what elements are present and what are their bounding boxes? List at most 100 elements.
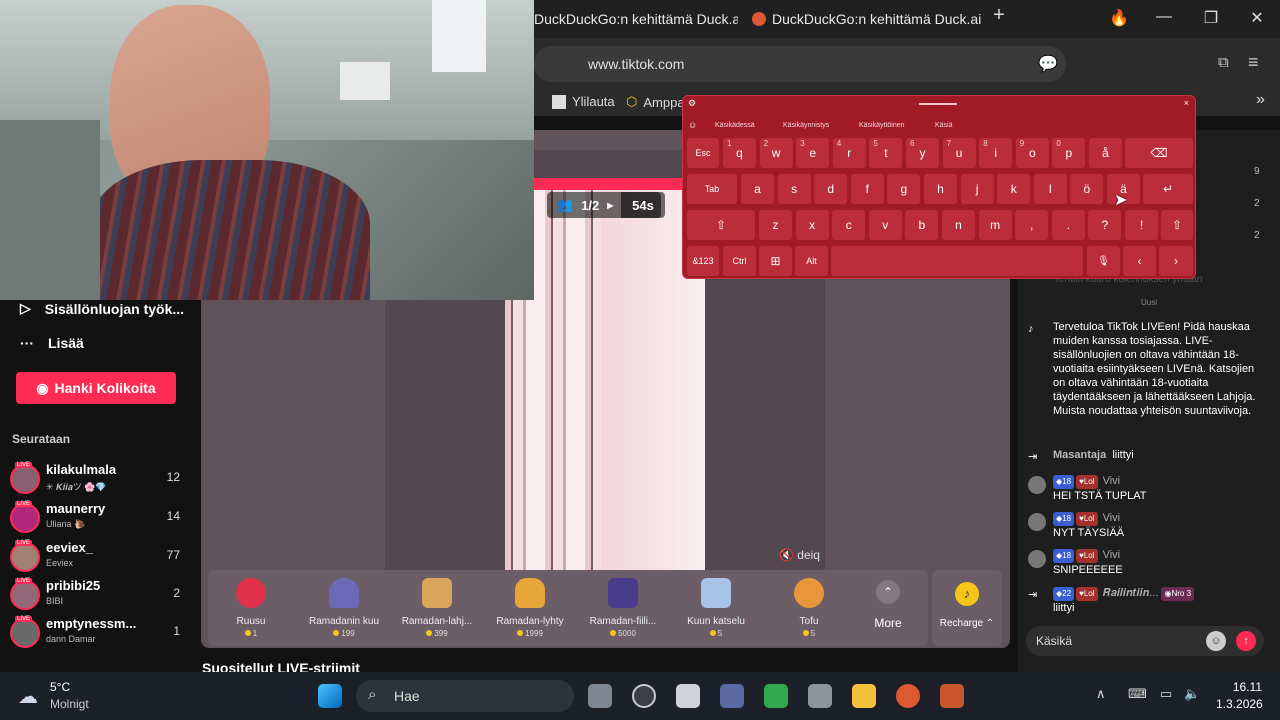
user-name[interactable]: Vivi (1103, 475, 1121, 487)
network-icon[interactable]: ▭ (1160, 686, 1172, 702)
minimize-icon[interactable]: — (1152, 8, 1176, 26)
weather-temp[interactable]: 5°C (50, 680, 70, 694)
key-punct-10[interactable]: ! (1125, 210, 1158, 240)
key-k[interactable]: k (997, 174, 1031, 204)
user-name[interactable]: Vivi (1103, 512, 1121, 524)
duckduckgo-taskbar-icon[interactable] (632, 684, 656, 708)
key-h[interactable]: h (924, 174, 957, 204)
more-gifts-button[interactable]: ⌃ More (863, 580, 913, 630)
clock[interactable]: 16.11 1.3.2026 (1216, 680, 1263, 711)
keyboard-settings-icon[interactable]: ⚙ (688, 98, 696, 109)
key-punct-7[interactable]: , (1015, 210, 1049, 240)
followed-account[interactable]: eeviex_ Eeviex 77 (10, 540, 190, 576)
bookmark-ylilauta[interactable]: Ylilauta (552, 94, 615, 109)
key-j[interactable]: j (960, 174, 994, 204)
followed-account[interactable]: emptynessm... dann Damar 1 (10, 616, 190, 652)
user-name[interactable]: 𝑹𝒂𝒊𝒍𝒊𝒏𝒕𝒊𝒊𝒏... (1103, 587, 1159, 599)
key-punct-9[interactable]: ? (1088, 210, 1122, 240)
key-space[interactable] (831, 246, 1083, 276)
key-ö[interactable]: ö (1070, 174, 1104, 204)
key-d[interactable]: d (814, 174, 848, 204)
gift-ramadan-present[interactable]: Ramadan-lahj... 399 (394, 578, 480, 638)
chat-message[interactable]: ◆18 ♥Lol Vivi NYT TÄYSIÄÄ (1028, 511, 1264, 540)
key-w[interactable]: 2w (759, 138, 793, 168)
key-e[interactable]: 3e (796, 138, 830, 168)
weather-condition[interactable]: Molnigt (50, 697, 89, 711)
key-right[interactable]: › (1159, 246, 1193, 276)
key-esc[interactable]: Esc (687, 138, 719, 168)
key-f[interactable]: f (850, 174, 884, 204)
key-alt[interactable]: Alt (795, 246, 828, 276)
chat-input[interactable]: Käsikä ☺ ↑ (1026, 626, 1264, 656)
duck-chat-icon[interactable]: 💬 (1038, 54, 1058, 74)
recharge-button[interactable]: ♪ Recharge ⌃ (932, 570, 1002, 646)
keyboard-drag-handle[interactable] (919, 103, 957, 105)
new-tab-button[interactable]: + (987, 4, 1011, 27)
task-view-icon[interactable] (588, 684, 612, 708)
muted-speaker-icon[interactable]: 🔇 (779, 548, 794, 562)
key-ctrl[interactable]: Ctrl (723, 246, 756, 276)
gift-ramadan-lantern[interactable]: Ramadan-lyhty 1999 (487, 578, 573, 638)
key-i[interactable]: 8i (979, 138, 1013, 168)
gift-tofu[interactable]: Tofu 5 (766, 578, 852, 638)
keyboard-suggestion[interactable]: Käsiä (935, 122, 953, 129)
key-punct-3[interactable]: v (868, 210, 902, 240)
keyboard-suggestion[interactable]: Käsikäyttöinen (859, 122, 905, 129)
key-shift-right[interactable]: ⇧ (1161, 210, 1193, 240)
key-a[interactable]: a (741, 174, 774, 204)
followed-account[interactable]: maunerry Uliana 🐌 14 (10, 501, 190, 537)
key-punct-2[interactable]: c (832, 210, 866, 240)
key-q[interactable]: 1q (723, 138, 756, 168)
send-icon[interactable]: ↑ (1236, 631, 1256, 651)
key-o[interactable]: 9o (1015, 138, 1049, 168)
app-icon[interactable] (676, 684, 700, 708)
key-punct-5[interactable]: n (942, 210, 975, 240)
sidebar-item-more[interactable]: ··· Lisää (20, 335, 84, 351)
user-name[interactable]: Vivi (1103, 549, 1121, 561)
key-punct-6[interactable]: m (978, 210, 1012, 240)
menu-icon[interactable]: ≡ (1248, 52, 1259, 73)
file-explorer-icon[interactable] (852, 684, 876, 708)
keyboard-suggestion[interactable]: Käsikädessä (715, 122, 755, 129)
key-y[interactable]: 6y (906, 138, 939, 168)
key-punct-1[interactable]: x (795, 210, 829, 240)
chevron-up-icon[interactable]: ∧ (1096, 686, 1106, 702)
chat-message[interactable]: ◆18 ♥Lol Vivi HEI TSTÄ TUPLAT (1028, 474, 1264, 503)
key-r[interactable]: 4r (832, 138, 866, 168)
key-p[interactable]: 0p (1052, 138, 1086, 168)
browser-tab[interactable]: DuckDuckGo:n kehittämä Duck.ai (534, 6, 738, 32)
key-left[interactable]: ‹ (1123, 246, 1156, 276)
key-tab[interactable]: Tab (687, 174, 737, 204)
gift-rose[interactable]: Ruusu 1 (208, 578, 294, 638)
key-s[interactable]: s (777, 174, 811, 204)
key-symbols[interactable]: &123 (687, 246, 719, 276)
flame-icon[interactable]: 🔥 (1107, 8, 1131, 28)
keyboard-suggestion[interactable]: Käsikäynnistys (783, 122, 829, 129)
followed-account[interactable]: pribibi25 BIBI 2 (10, 578, 190, 614)
key-u[interactable]: 7u (942, 138, 976, 168)
key-shift-left[interactable]: ⇧ (687, 210, 755, 240)
key-t[interactable]: 5t (869, 138, 903, 168)
key-punct-8[interactable]: . (1051, 210, 1085, 240)
sidebar-item-creator-tools[interactable]: ▷ Sisällönluojan työk... (20, 300, 184, 317)
chat-message[interactable]: ◆18 ♥Lol Vivi SNIPEEEEEE (1028, 548, 1264, 577)
key-backspace[interactable]: ⌫ (1125, 138, 1193, 168)
browser-tab-active[interactable]: DuckDuckGo:n kehittämä Duck.ai ✕ (752, 6, 982, 32)
volume-icon[interactable]: 🔈 (1184, 686, 1200, 702)
keyboard-icon[interactable]: ⌨ (1128, 686, 1147, 702)
key-g[interactable]: g (887, 174, 921, 204)
emoji-panel-icon[interactable]: ☺ (688, 120, 697, 130)
camera-app-icon[interactable] (720, 684, 744, 708)
key-punct-4[interactable]: b (905, 210, 939, 240)
key-enter[interactable]: ↵ (1143, 174, 1193, 204)
close-window-icon[interactable]: ✕ (1245, 8, 1269, 28)
key-l[interactable]: l (1033, 174, 1067, 204)
tabs-overview-icon[interactable]: ⧉ (1218, 54, 1229, 71)
keyboard-close-icon[interactable]: × (1184, 98, 1189, 108)
bookmark-amppa[interactable]: ⬡ Amppa (626, 94, 685, 110)
app-icon[interactable] (940, 684, 964, 708)
windows-start-icon[interactable] (318, 684, 342, 708)
taskbar-search[interactable]: ⌕ Hae (356, 680, 574, 712)
url-field[interactable]: www.tiktok.com (534, 46, 1066, 82)
more-bookmarks-icon[interactable]: » (1256, 91, 1265, 109)
